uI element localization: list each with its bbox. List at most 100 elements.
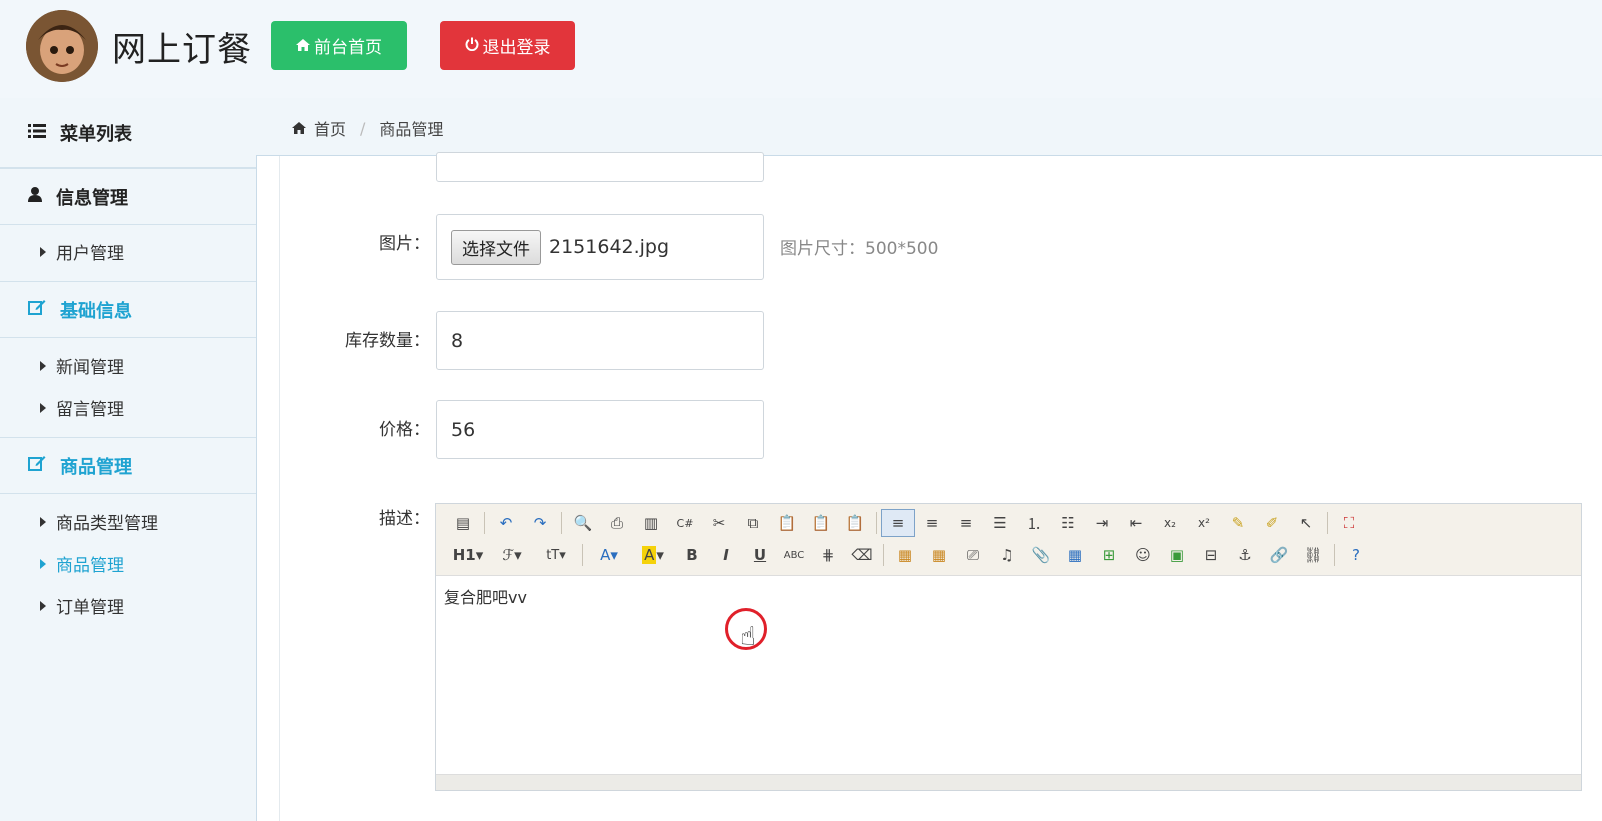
sidebar-item-orders[interactable]: 订单管理 bbox=[40, 593, 124, 618]
sidebar-item-goods-type[interactable]: 商品类型管理 bbox=[40, 509, 158, 534]
user-icon bbox=[28, 186, 42, 207]
source-icon[interactable]: ▤ bbox=[446, 509, 480, 537]
print-icon[interactable]: ⎙ bbox=[600, 509, 634, 537]
insert-image-icon[interactable]: ▦ bbox=[888, 541, 922, 569]
file-name: 2151642.jpg bbox=[549, 236, 670, 258]
strikethrough-icon[interactable]: ABC bbox=[777, 541, 811, 569]
unlink-icon[interactable]: ⛓ bbox=[1296, 541, 1330, 569]
logout-button-label: 退出登录 bbox=[482, 38, 551, 58]
image-size-hint: 图片尺寸：500*500 bbox=[780, 239, 939, 259]
sidebar: 菜单列表 信息管理 用户管理 基础信息 新闻管理 留言管理 商品管理 商品类型管… bbox=[0, 98, 256, 821]
sidebar-item-label: 商品类型管理 bbox=[56, 514, 158, 534]
stock-input[interactable]: 8 bbox=[436, 311, 764, 370]
edit-icon bbox=[28, 455, 46, 476]
price-label: 价格： bbox=[379, 420, 430, 440]
anchor-icon[interactable]: ⚓ bbox=[1228, 541, 1262, 569]
price-input[interactable]: 56 bbox=[436, 400, 764, 459]
rich-text-editor[interactable]: ▤ ↶ ↷ 🔍 ⎙ ▥ C# ✂ ⧉ 📋 📋 📋 ≡ ≡ ≡ ☰ ⒈ ☷ ⇥ ⇤… bbox=[435, 503, 1582, 791]
home-icon bbox=[296, 36, 310, 56]
sidebar-item-label: 订单管理 bbox=[56, 598, 124, 618]
select-all-icon[interactable]: ↖ bbox=[1289, 509, 1323, 537]
insert-music-icon[interactable]: ♫ bbox=[990, 541, 1024, 569]
clear-format-icon[interactable]: ✎ bbox=[1221, 509, 1255, 537]
editor-content[interactable]: 复合肥吧vv bbox=[444, 584, 527, 608]
caret-right-icon bbox=[40, 402, 46, 413]
toolbar-separator bbox=[1334, 544, 1335, 566]
link-icon[interactable]: 🔗 bbox=[1262, 541, 1296, 569]
insert-frame-icon[interactable]: ▣ bbox=[1160, 541, 1194, 569]
fullscreen-icon[interactable]: ⛶ bbox=[1332, 509, 1366, 537]
breadcrumb-home[interactable]: 首页 bbox=[314, 116, 346, 140]
code-icon[interactable]: C# bbox=[668, 509, 702, 537]
name-field[interactable] bbox=[436, 152, 764, 182]
insert-row-icon[interactable]: ⊞ bbox=[1092, 541, 1126, 569]
outdent-icon[interactable]: ⇤ bbox=[1119, 509, 1153, 537]
toolbar-separator bbox=[582, 544, 583, 566]
sidebar-item-label: 留言管理 bbox=[56, 400, 124, 420]
power-icon bbox=[465, 36, 479, 56]
sidebar-item-label: 新闻管理 bbox=[56, 358, 124, 378]
preview-icon[interactable]: 🔍 bbox=[566, 509, 600, 537]
image-file-input[interactable]: 选择文件 2151642.jpg bbox=[436, 214, 764, 280]
ordered-list-icon[interactable]: ⒈ bbox=[1017, 509, 1051, 537]
toolbar-separator bbox=[561, 512, 562, 534]
sidebar-item-goods[interactable]: 商品管理 bbox=[40, 551, 124, 576]
copy-icon[interactable]: ⧉ bbox=[736, 509, 770, 537]
font-family-icon[interactable]: ℱ▾ bbox=[490, 541, 534, 569]
help-icon[interactable]: ? bbox=[1339, 541, 1373, 569]
sidebar-section-goods[interactable]: 商品管理 bbox=[0, 437, 256, 494]
horizontal-rule-icon[interactable]: ⋕ bbox=[811, 541, 845, 569]
sidebar-section-label: 商品管理 bbox=[60, 456, 132, 478]
home-button[interactable]: 前台首页 bbox=[271, 21, 407, 70]
underline-icon[interactable]: U bbox=[743, 541, 777, 569]
subscript-icon[interactable]: x₂ bbox=[1153, 509, 1187, 537]
paste-word-icon[interactable]: 📋 bbox=[838, 509, 872, 537]
cut-icon[interactable]: ✂ bbox=[702, 509, 736, 537]
caret-right-icon bbox=[40, 246, 46, 257]
sidebar-section-basic[interactable]: 基础信息 bbox=[0, 281, 256, 338]
caret-right-icon bbox=[40, 558, 46, 569]
eraser-icon[interactable]: ⌫ bbox=[845, 541, 879, 569]
sidebar-item-messages[interactable]: 留言管理 bbox=[40, 395, 124, 420]
attachment-icon[interactable]: 📎 bbox=[1024, 541, 1058, 569]
template-icon[interactable]: ▥ bbox=[634, 509, 668, 537]
redo-icon[interactable]: ↷ bbox=[523, 509, 557, 537]
italic-icon[interactable]: I bbox=[709, 541, 743, 569]
home-button-label: 前台首页 bbox=[314, 38, 382, 58]
align-center-icon[interactable]: ≡ bbox=[915, 509, 949, 537]
caret-right-icon bbox=[40, 516, 46, 527]
menu-header: 菜单列表 bbox=[0, 98, 256, 168]
heading-icon[interactable]: H1▾ bbox=[446, 541, 490, 569]
top-bar: 网上订餐 前台首页 退出登录 bbox=[0, 0, 1602, 98]
edit-icon bbox=[28, 299, 46, 320]
sidebar-section-info[interactable]: 信息管理 bbox=[0, 168, 256, 225]
format-painter-icon[interactable]: ✐ bbox=[1255, 509, 1289, 537]
paste-text-icon[interactable]: 📋 bbox=[804, 509, 838, 537]
indent-icon[interactable]: ⇥ bbox=[1085, 509, 1119, 537]
emoticon-icon[interactable]: ☺ bbox=[1126, 541, 1160, 569]
image-label: 图片： bbox=[379, 234, 430, 254]
align-justify-icon[interactable]: ☰ bbox=[983, 509, 1017, 537]
app-title: 网上订餐 bbox=[112, 30, 252, 70]
editor-resize-bar[interactable] bbox=[436, 774, 1581, 790]
align-left-icon[interactable]: ≡ bbox=[881, 509, 915, 537]
sidebar-item-users[interactable]: 用户管理 bbox=[40, 239, 124, 264]
page-break-icon[interactable]: ⊟ bbox=[1194, 541, 1228, 569]
paste-icon[interactable]: 📋 bbox=[770, 509, 804, 537]
sidebar-item-news[interactable]: 新闻管理 bbox=[40, 353, 124, 378]
editor-toolbar: ▤ ↶ ↷ 🔍 ⎙ ▥ C# ✂ ⧉ 📋 📋 📋 ≡ ≡ ≡ ☰ ⒈ ☷ ⇥ ⇤… bbox=[436, 504, 1581, 576]
insert-video-icon[interactable]: ⎚ bbox=[956, 541, 990, 569]
highlight-icon[interactable]: A ▾ bbox=[631, 541, 675, 569]
font-color-icon[interactable]: A▾ bbox=[587, 541, 631, 569]
superscript-icon[interactable]: x² bbox=[1187, 509, 1221, 537]
undo-icon[interactable]: ↶ bbox=[489, 509, 523, 537]
unordered-list-icon[interactable]: ☷ bbox=[1051, 509, 1085, 537]
align-right-icon[interactable]: ≡ bbox=[949, 509, 983, 537]
multi-image-icon[interactable]: ▦ bbox=[922, 541, 956, 569]
bold-icon[interactable]: B bbox=[675, 541, 709, 569]
table-icon[interactable]: ▦ bbox=[1058, 541, 1092, 569]
logout-button[interactable]: 退出登录 bbox=[440, 21, 575, 70]
breadcrumb-separator: / bbox=[360, 118, 366, 138]
choose-file-button[interactable]: 选择文件 bbox=[451, 229, 541, 265]
font-size-icon[interactable]: tT▾ bbox=[534, 541, 578, 569]
